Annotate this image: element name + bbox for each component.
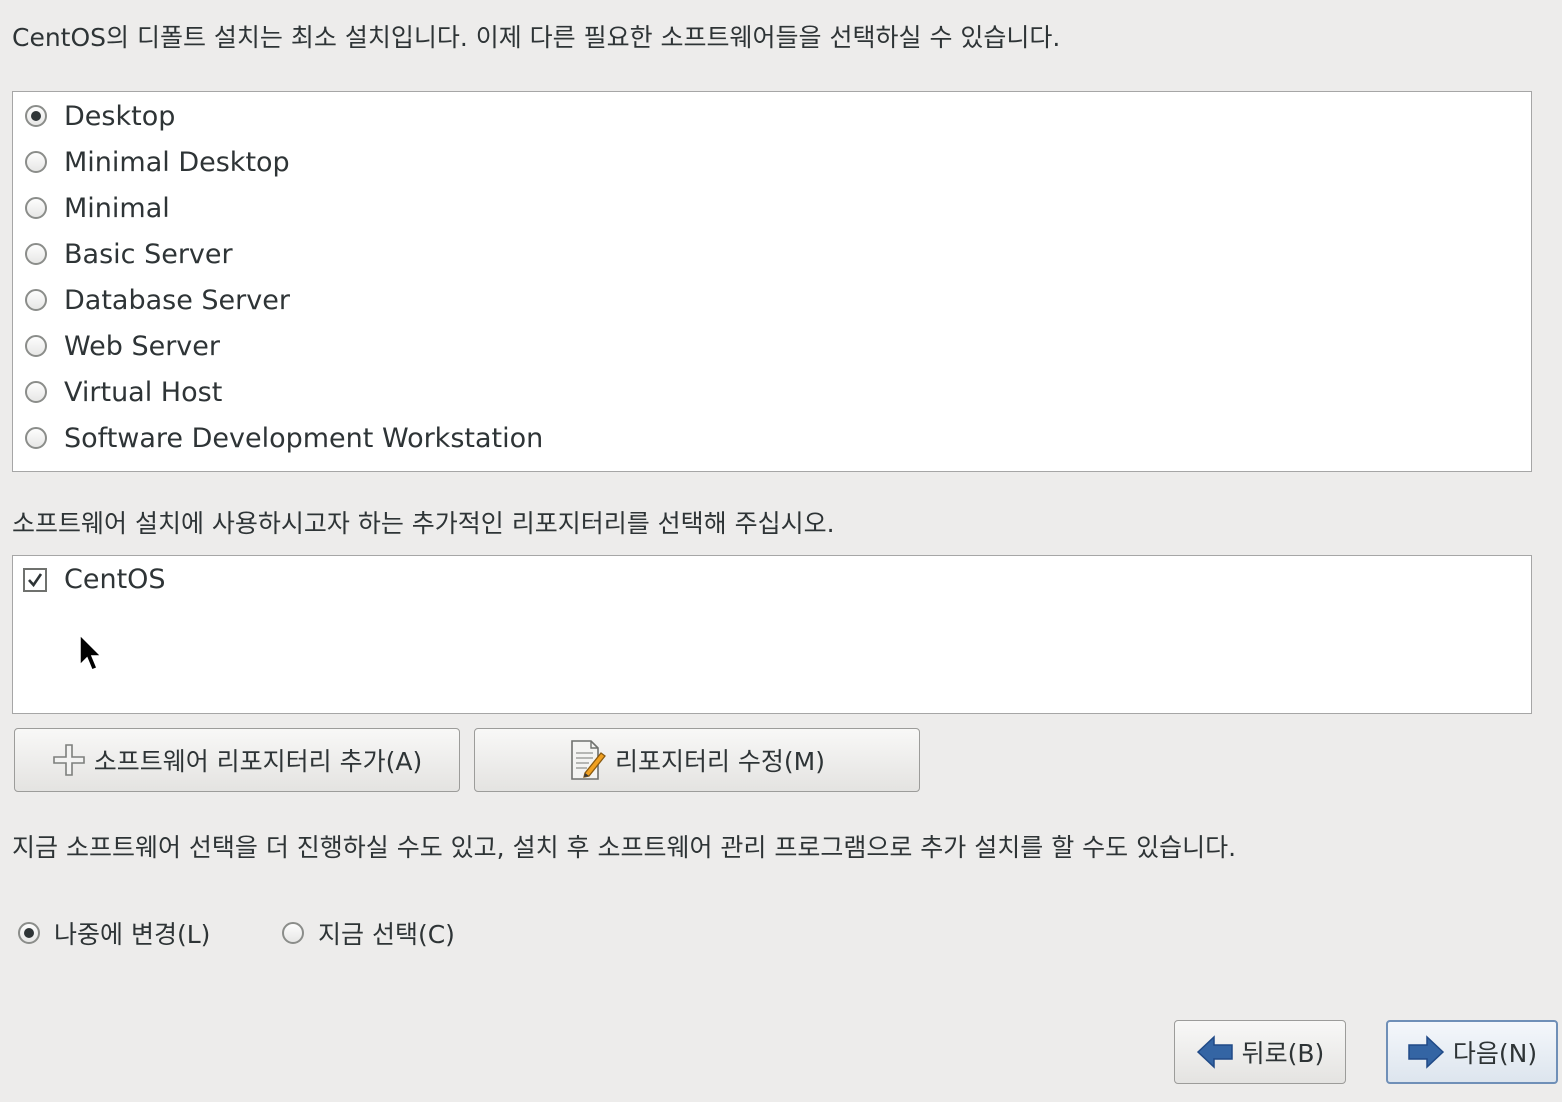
next-label: 다음(N) xyxy=(1452,1039,1538,1068)
group-option-label: Database Server xyxy=(64,284,290,316)
radio-button[interactable] xyxy=(25,381,47,403)
group-option-desktop[interactable]: Desktop xyxy=(13,96,175,136)
radio-button[interactable] xyxy=(25,243,47,265)
plus-icon xyxy=(52,743,86,777)
group-option-label: Desktop xyxy=(64,100,176,132)
radio-button[interactable] xyxy=(18,922,40,944)
repo-checkbox[interactable] xyxy=(23,568,47,592)
back-button[interactable]: 뒤로(B) xyxy=(1174,1020,1346,1084)
repo-label: CentOS xyxy=(64,564,166,595)
radio-button[interactable] xyxy=(25,197,47,219)
repository-list[interactable]: CentOS xyxy=(12,555,1532,714)
customize-now-option[interactable]: 지금 선택(C) xyxy=(282,913,455,953)
radio-button[interactable] xyxy=(25,427,47,449)
install-group-list[interactable]: Desktop Minimal Desktop Minimal Basic Se… xyxy=(12,91,1532,472)
radio-button[interactable] xyxy=(25,151,47,173)
back-label: 뒤로(B) xyxy=(1241,1039,1325,1068)
edit-document-icon xyxy=(569,739,607,781)
edit-repository-label: 리포지터리 수정(M) xyxy=(614,747,826,776)
group-option-minimal[interactable]: Minimal xyxy=(13,188,170,228)
add-repository-label: 소프트웨어 리포지터리 추가(A) xyxy=(93,747,423,776)
arrow-right-icon xyxy=(1407,1034,1445,1070)
group-option-software-development-workstation[interactable]: Software Development Workstation xyxy=(13,418,543,458)
customize-later-option[interactable]: 나중에 변경(L) xyxy=(18,913,210,953)
arrow-left-icon xyxy=(1196,1034,1234,1070)
group-option-label: Minimal xyxy=(64,192,170,224)
customize-note: 지금 소프트웨어 선택을 더 진행하실 수도 있고, 설치 후 소프트웨어 관리… xyxy=(12,833,1237,862)
group-option-basic-server[interactable]: Basic Server xyxy=(13,234,233,274)
edit-repository-button[interactable]: 리포지터리 수정(M) xyxy=(474,728,920,792)
radio-button[interactable] xyxy=(25,335,47,357)
group-option-label: Basic Server xyxy=(64,238,233,270)
group-option-label: Web Server xyxy=(64,330,220,362)
add-repository-button[interactable]: 소프트웨어 리포지터리 추가(A) xyxy=(14,728,460,792)
checkmark-icon xyxy=(28,573,43,588)
group-option-database-server[interactable]: Database Server xyxy=(13,280,290,320)
mouse-pointer-icon xyxy=(79,633,103,671)
radio-button[interactable] xyxy=(282,922,304,944)
radio-button[interactable] xyxy=(25,105,47,127)
group-option-label: Software Development Workstation xyxy=(64,422,544,454)
group-option-minimal-desktop[interactable]: Minimal Desktop xyxy=(13,142,290,182)
intro-text: CentOS의 디폴트 설치는 최소 설치입니다. 이제 다른 필요한 소프트웨… xyxy=(12,23,1061,52)
group-option-label: Virtual Host xyxy=(64,376,223,408)
group-option-virtual-host[interactable]: Virtual Host xyxy=(13,372,222,412)
repo-caption: 소프트웨어 설치에 사용하시고자 하는 추가적인 리포지터리를 선택해 주십시오… xyxy=(12,509,835,538)
group-option-web-server[interactable]: Web Server xyxy=(13,326,220,366)
customize-later-label: 나중에 변경(L) xyxy=(54,920,211,949)
radio-button[interactable] xyxy=(25,289,47,311)
customize-now-label: 지금 선택(C) xyxy=(318,920,455,949)
group-option-label: Minimal Desktop xyxy=(64,146,290,178)
next-button[interactable]: 다음(N) xyxy=(1386,1020,1558,1084)
